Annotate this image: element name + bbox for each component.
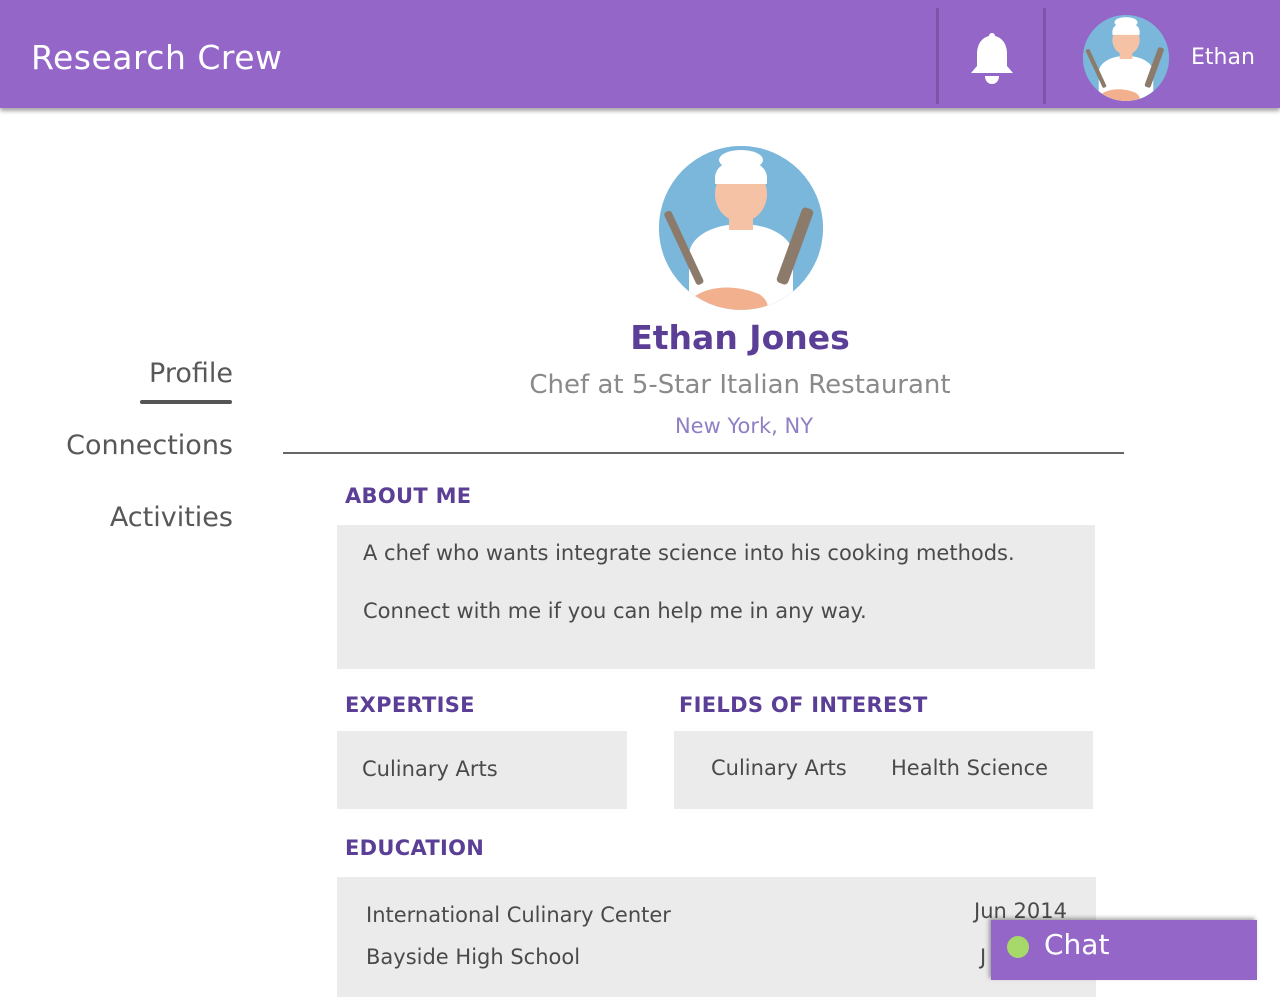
education-school: Bayside High School [366,945,581,969]
profile-title: Chef at 5-Star Italian Restaurant [529,370,951,400]
about-text-2: Connect with me if you can help me in an… [363,599,867,623]
bell-icon[interactable] [968,31,1016,85]
expertise-heading: EXPERTISE [345,693,475,717]
education-panel: International Culinary Center Jun 2014 B… [337,877,1096,997]
interest-tag[interactable]: Health Science [891,756,1048,780]
sidebar-item-profile[interactable]: Profile [149,358,233,389]
expertise-panel: Culinary Arts [337,731,627,809]
user-avatar[interactable] [1083,15,1169,101]
top-bar: Research Crew Ethan [0,0,1280,108]
profile-name: Ethan Jones [630,318,850,357]
chat-label[interactable]: Chat [1044,928,1109,961]
interests-heading: FIELDS OF INTEREST [679,693,928,717]
online-status-icon [1007,936,1029,958]
header-divider [936,8,939,104]
about-heading: ABOUT ME [345,484,472,508]
about-panel: A chef who wants integrate science into … [337,525,1095,669]
brand-title[interactable]: Research Crew [31,38,283,77]
sidebar-item-connections[interactable]: Connections [66,430,233,461]
active-tab-indicator [140,400,232,404]
chat-widget[interactable]: Chat [991,920,1257,980]
header-divider [1043,8,1046,104]
education-heading: EDUCATION [345,836,485,860]
education-date: J [980,945,987,969]
interests-panel: Culinary Arts Health Science [674,731,1093,809]
profile-divider [283,452,1124,454]
profile-avatar [659,146,823,310]
interest-tag[interactable]: Culinary Arts [711,756,847,780]
about-text-1: A chef who wants integrate science into … [363,541,1015,565]
user-name[interactable]: Ethan [1191,45,1255,70]
sidebar-item-activities[interactable]: Activities [110,502,233,533]
profile-location: New York, NY [674,414,814,438]
education-school: International Culinary Center [366,903,671,927]
expertise-tag[interactable]: Culinary Arts [362,757,498,781]
